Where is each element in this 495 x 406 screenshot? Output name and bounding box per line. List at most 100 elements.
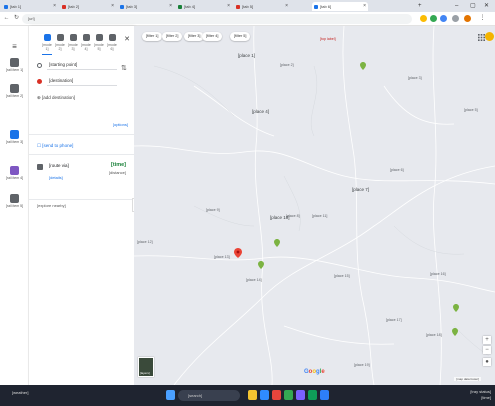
layers-label: [layers]	[140, 371, 150, 375]
explore-nearby[interactable]: [explore nearby]	[37, 203, 66, 208]
rail-item[interactable]: [rail item 4]	[0, 166, 29, 180]
map-place-label[interactable]: [place 5]	[464, 108, 478, 113]
rail-item[interactable]: [rail item 3]	[0, 130, 29, 144]
rail-item[interactable]: [rail item 1]	[0, 58, 29, 72]
rail-item-label: [rail item 3]	[5, 140, 24, 144]
layers-button[interactable]: [layers]	[138, 357, 154, 377]
extension-icon[interactable]	[440, 15, 447, 22]
browser-tab[interactable]: [tab 4] ×	[176, 2, 232, 11]
browser-tab[interactable]: [tab 2] ×	[60, 2, 116, 11]
menu-dots-icon[interactable]: ⋮	[478, 14, 487, 23]
street-view-icon[interactable]: ●	[483, 358, 491, 366]
file-explorer-icon[interactable]	[248, 390, 257, 400]
place-pin-icon[interactable]	[360, 62, 366, 70]
travel-mode-tab[interactable]: [mode 4]	[80, 34, 92, 51]
start-icon[interactable]	[166, 390, 175, 400]
travel-mode-label: [mode 4]	[81, 43, 91, 51]
map-place-label[interactable]: [place 3]	[408, 76, 422, 81]
tab-close-icon[interactable]: ×	[53, 2, 56, 11]
new-tab-button[interactable]: +	[418, 0, 422, 12]
travel-mode-tabs: [mode 1] [mode 2] [mode 3] [mode 4] [mode 5]…	[41, 34, 131, 55]
map-place-label[interactable]: [place 19]	[354, 363, 370, 368]
app-icon[interactable]	[320, 390, 329, 400]
origin-input[interactable]: [starting point]	[47, 59, 117, 70]
travel-mode-tab[interactable]: [mode 5]	[93, 34, 105, 51]
swap-icon[interactable]: ⇅	[121, 64, 127, 72]
map-place-label[interactable]: [place 10]	[270, 215, 290, 221]
hamburger-menu-icon[interactable]: ≡	[0, 42, 29, 51]
app-icon[interactable]	[308, 390, 317, 400]
apps-grid-icon[interactable]	[478, 34, 485, 41]
browser-tab[interactable]: [tab 3] ×	[118, 2, 174, 11]
chrome-icon[interactable]	[284, 390, 293, 400]
place-pin-icon[interactable]	[274, 239, 280, 247]
account-avatar[interactable]	[485, 32, 494, 41]
place-pin-icon[interactable]	[453, 304, 459, 312]
extension-icon[interactable]	[420, 15, 427, 22]
taskbar-search[interactable]: [search]	[178, 390, 240, 401]
browser-tab[interactable]: [tab 5] ×	[234, 2, 290, 11]
map-place-label[interactable]: [place 15]	[334, 274, 350, 279]
map-place-label[interactable]: [place 13]	[214, 255, 230, 260]
tab-close-icon[interactable]: ×	[363, 2, 366, 11]
star-icon[interactable]	[452, 15, 459, 22]
rail-item[interactable]: [rail item 2]	[0, 84, 29, 98]
map-place-label[interactable]: [place 4]	[252, 109, 269, 115]
send-to-phone-button[interactable]: ☐ [send to phone]	[37, 143, 73, 149]
tab-close-icon[interactable]: ×	[111, 2, 114, 11]
map-place-label[interactable]: [place 18]	[426, 333, 442, 338]
map-place-label[interactable]: [place 9]	[206, 208, 220, 213]
url-field[interactable]: [url]	[22, 14, 412, 24]
map-filter-chip[interactable]: [filter 1]	[142, 32, 163, 41]
map-place-label[interactable]: [place 2]	[280, 63, 294, 68]
app-icon[interactable]	[296, 390, 305, 400]
zoom-out-button[interactable]: −	[483, 346, 491, 354]
destination-map-pin-icon[interactable]	[234, 248, 242, 258]
close-directions-icon[interactable]: ✕	[124, 35, 130, 43]
travel-mode-tab[interactable]: [mode 2]	[54, 34, 66, 51]
maximize-button[interactable]: ▢	[470, 0, 476, 12]
zoom-in-button[interactable]: +	[483, 336, 491, 344]
rail-item[interactable]: [rail item 5]	[0, 194, 29, 208]
add-destination-button[interactable]: ⊕ [add destination]	[37, 95, 75, 101]
tab-close-icon[interactable]: ×	[169, 2, 172, 11]
tab-label: [tab 1]	[10, 4, 22, 9]
route-option[interactable]: [route via] [time] [distance] [details]	[29, 159, 134, 199]
app-icon[interactable]	[260, 390, 269, 400]
map-filter-chip[interactable]: [filter 2]	[162, 32, 183, 41]
place-pin-icon[interactable]	[258, 261, 264, 269]
browser-tab[interactable]: [tab 1] ×	[2, 2, 58, 11]
destination-input[interactable]: [destination]	[47, 75, 117, 86]
travel-mode-tab[interactable]: [mode 1]	[41, 34, 53, 55]
profile-icon[interactable]	[464, 15, 471, 22]
map-place-label[interactable]: [place 1]	[238, 53, 255, 59]
map-place-label[interactable]: [place 14]	[246, 278, 262, 283]
minimize-button[interactable]: –	[455, 0, 458, 12]
divider	[29, 134, 134, 135]
map-filter-chip[interactable]: [filter 4]	[202, 32, 223, 41]
app-icon[interactable]	[272, 390, 281, 400]
options-link[interactable]: [options]	[113, 122, 128, 127]
extension-icon[interactable]	[430, 15, 437, 22]
route-time: [time]	[111, 162, 126, 168]
map-place-label[interactable]: [place 17]	[386, 318, 402, 323]
map-place-label[interactable]: [place 11]	[312, 214, 327, 219]
browser-tab[interactable]: [tab 6] ×	[312, 2, 368, 11]
map-place-label[interactable]: [place 6]	[390, 168, 404, 173]
tab-close-icon[interactable]: ×	[227, 2, 230, 11]
close-window-button[interactable]: ✕	[484, 0, 489, 12]
map-place-label[interactable]: [place 12]	[137, 240, 153, 245]
route-details-link[interactable]: [details]	[49, 175, 63, 180]
travel-mode-tab[interactable]: [mode 6]	[106, 34, 118, 51]
map-filter-chip[interactable]: [filter 5]	[230, 32, 251, 41]
tab-close-icon[interactable]: ×	[285, 2, 288, 11]
reload-icon[interactable]: ↻	[12, 14, 21, 23]
map-place-label[interactable]: [place 16]	[430, 272, 446, 277]
system-tray[interactable]: [tray status] [time]	[470, 389, 491, 401]
weather-widget[interactable]: [weather]	[12, 390, 28, 395]
travel-mode-tab[interactable]: [mode 3]	[67, 34, 79, 51]
place-pin-icon[interactable]	[452, 328, 458, 336]
map-place-label[interactable]: [place 7]	[352, 187, 369, 193]
map-canvas[interactable]: [top label] [place 1] [place 2] [place 3] […	[134, 26, 495, 385]
back-icon[interactable]: ←	[2, 14, 11, 23]
